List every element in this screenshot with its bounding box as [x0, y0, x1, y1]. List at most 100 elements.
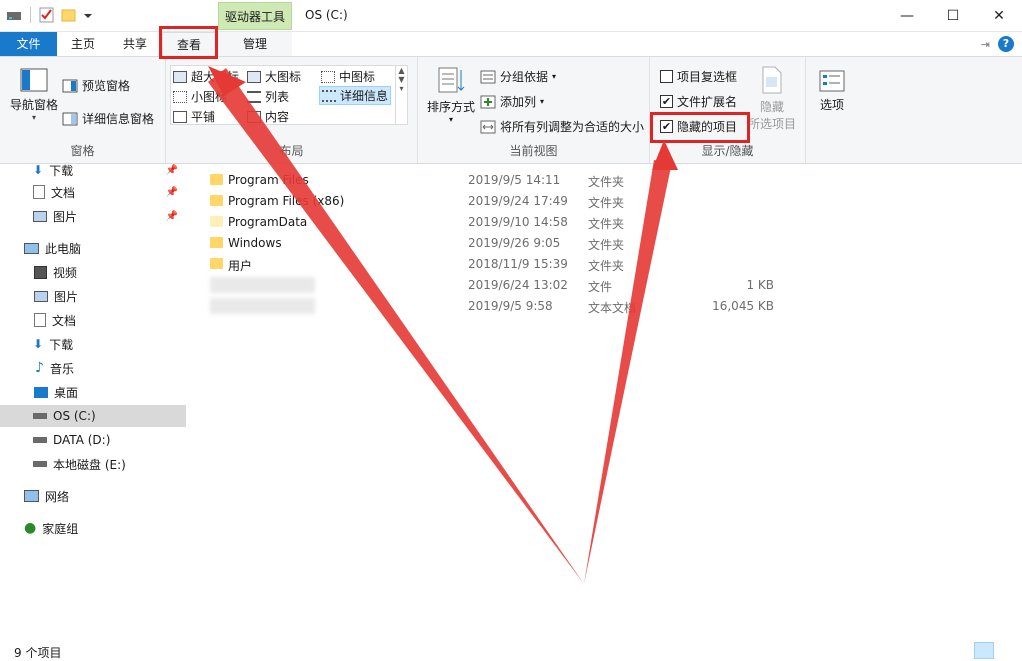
size-columns-label: 将所有列调整为合适的大小 [500, 120, 645, 134]
layout-extra-large-icons[interactable]: 超大图标 [173, 68, 239, 85]
content-icon [247, 110, 261, 123]
add-columns-button[interactable]: 添加列 ▾ [480, 93, 544, 110]
nav-drive-e[interactable]: 本地磁盘 (E:) [0, 453, 186, 475]
nav-pane-icon [20, 68, 48, 92]
document-icon [33, 185, 45, 199]
nav-videos[interactable]: 视频 [0, 261, 186, 283]
layout-content[interactable]: 内容 [247, 108, 289, 125]
qat-dropdown-icon[interactable] [83, 7, 93, 23]
nav-quick-downloads[interactable]: ⬇ 下载 📌 [0, 159, 186, 181]
quick-access-toolbar [6, 7, 93, 23]
tab-home[interactable]: 主页 [58, 32, 108, 56]
ribbon: 导航窗格 ▾ 预览窗格 详细信息窗格 窗格 布局 超大图标 大图标 中图标 小图… [0, 56, 1022, 164]
medium-icons-icon [321, 70, 335, 83]
file-name: Windows [228, 236, 282, 250]
nav-desktop[interactable]: 桌面 [0, 381, 186, 403]
item-checkboxes-checkbox[interactable] [660, 70, 673, 83]
sort-by-button[interactable]: 排序方式 ▾ [424, 65, 478, 124]
new-folder-icon[interactable] [61, 7, 77, 23]
window-title: OS (C:) [305, 8, 348, 22]
file-type: 文本文档 [588, 301, 637, 315]
file-extensions-checkbox[interactable]: ✔ [660, 95, 673, 108]
nav-desktop-label: 桌面 [54, 385, 79, 400]
file-extensions-option[interactable]: ✔ 文件扩展名 [660, 93, 737, 110]
file-type: 文件 [588, 280, 613, 294]
table-row[interactable]: 2019/9/5 9:58 文本文档 16,045 KB [190, 296, 790, 317]
tab-file[interactable]: 文件 [0, 32, 57, 56]
pin-icon[interactable]: 📌 [166, 165, 178, 176]
close-button[interactable]: ✕ [976, 0, 1022, 32]
current-view-group: 排序方式 ▾ 分组依据 ▾ 添加列 ▾ 将所有列调整为合适的大小 当前视图 [418, 57, 650, 163]
file-date: 2019/9/5 9:58 [468, 299, 553, 313]
layout-list[interactable]: 列表 [247, 88, 289, 105]
details-pane-label: 详细信息窗格 [82, 112, 155, 126]
minimize-button[interactable]: — [884, 0, 930, 32]
large-icons-icon [247, 70, 261, 83]
properties-checkmark-icon[interactable] [39, 7, 55, 23]
nav-network[interactable]: 网络 [0, 485, 186, 507]
pin-ribbon-icon[interactable]: ⇥ [981, 38, 990, 51]
table-row[interactable]: Program Files (x86) 2019/9/24 17:49 文件夹 [190, 191, 790, 212]
layout-details[interactable]: 详细信息 [319, 86, 392, 105]
desktop-icon [34, 386, 48, 398]
file-name: Program Files (x86) [228, 194, 345, 208]
folder-icon [210, 174, 223, 185]
nav-drive-c[interactable]: OS (C:) [0, 405, 186, 427]
item-checkboxes-option[interactable]: 项目复选框 [660, 68, 737, 85]
details-view-icon[interactable] [974, 642, 994, 659]
nav-music[interactable]: ♪ 音乐 [0, 357, 186, 379]
nav-documents[interactable]: 文档 [0, 309, 186, 331]
add-columns-icon [480, 95, 496, 108]
table-row[interactable]: ProgramData 2019/9/10 14:58 文件夹 [190, 212, 790, 233]
file-type: 文件夹 [588, 238, 625, 252]
layout-small-icons[interactable]: 小图标 [173, 88, 227, 105]
file-size: 1 KB [746, 278, 774, 292]
layout-group-label: 布局 [279, 144, 304, 158]
table-row[interactable]: 2019/6/24 13:02 文件 1 KB [190, 275, 790, 296]
nav-pictures[interactable]: 图片 [0, 285, 186, 307]
nav-pictures-label: 图片 [54, 289, 79, 304]
nav-quick-pictures[interactable]: 图片 📌 [0, 205, 186, 227]
size-columns-button[interactable]: 将所有列调整为合适的大小 [480, 118, 644, 135]
nav-quick-documents[interactable]: 文档 📌 [0, 181, 186, 203]
pin-icon[interactable]: 📌 [166, 211, 178, 222]
file-date: 2018/11/9 15:39 [468, 257, 568, 271]
redacted-filename [210, 277, 315, 293]
maximize-button[interactable]: ☐ [930, 0, 976, 32]
group-by-icon [480, 70, 496, 83]
nav-drive-c-label: OS (C:) [53, 409, 96, 423]
nav-homegroup[interactable]: ● 家庭组 [0, 517, 186, 539]
pin-icon[interactable]: 📌 [166, 187, 178, 198]
table-row[interactable]: 用户 2018/11/9 15:39 文件夹 [190, 254, 790, 275]
table-row[interactable]: Windows 2019/9/26 9:05 文件夹 [190, 233, 790, 254]
tab-share[interactable]: 共享 [110, 32, 160, 56]
nav-downloads[interactable]: ⬇ 下载 [0, 333, 186, 355]
large-icons-view-icon[interactable] [996, 642, 1016, 659]
hidden-folder-icon [210, 216, 223, 227]
details-pane-button[interactable]: 详细信息窗格 [62, 110, 154, 127]
options-button[interactable]: 选项 [810, 69, 854, 113]
nav-pane-button[interactable]: 导航窗格 ▾ [6, 67, 62, 122]
status-bar: 9 个项目 [0, 640, 1022, 661]
preview-pane-button[interactable]: 预览窗格 [62, 77, 130, 94]
layout-large-icons[interactable]: 大图标 [247, 68, 301, 85]
layout-tiles[interactable]: 平铺 [173, 108, 215, 125]
options-icon [819, 70, 845, 92]
hide-selected-button[interactable]: 隐藏 所选项目 [746, 65, 798, 132]
nav-this-pc[interactable]: 此电脑 [0, 237, 186, 259]
title-bar: 驱动器工具 OS (C:) — ☐ ✕ [0, 0, 1022, 32]
nav-network-label: 网络 [45, 489, 70, 504]
layout-medium-icons[interactable]: 中图标 [321, 68, 375, 85]
table-row[interactable]: Program Files 2019/9/5 14:11 文件夹 [190, 170, 790, 191]
group-by-label: 分组依据 [500, 70, 549, 84]
gallery-scrollbar[interactable]: ▲ ▼ ▾ [395, 66, 407, 124]
nav-drive-d[interactable]: DATA (D:) [0, 429, 186, 451]
chevron-down-icon: ▾ [31, 113, 36, 122]
sort-by-label: 排序方式 [426, 100, 475, 114]
help-icon[interactable]: ? [998, 36, 1014, 52]
toolbar-divider [30, 7, 31, 23]
tab-manage[interactable]: 管理 [218, 32, 292, 56]
pictures-icon [34, 290, 48, 302]
group-by-button[interactable]: 分组依据 ▾ [480, 68, 556, 85]
item-checkboxes-label: 项目复选框 [677, 70, 738, 84]
